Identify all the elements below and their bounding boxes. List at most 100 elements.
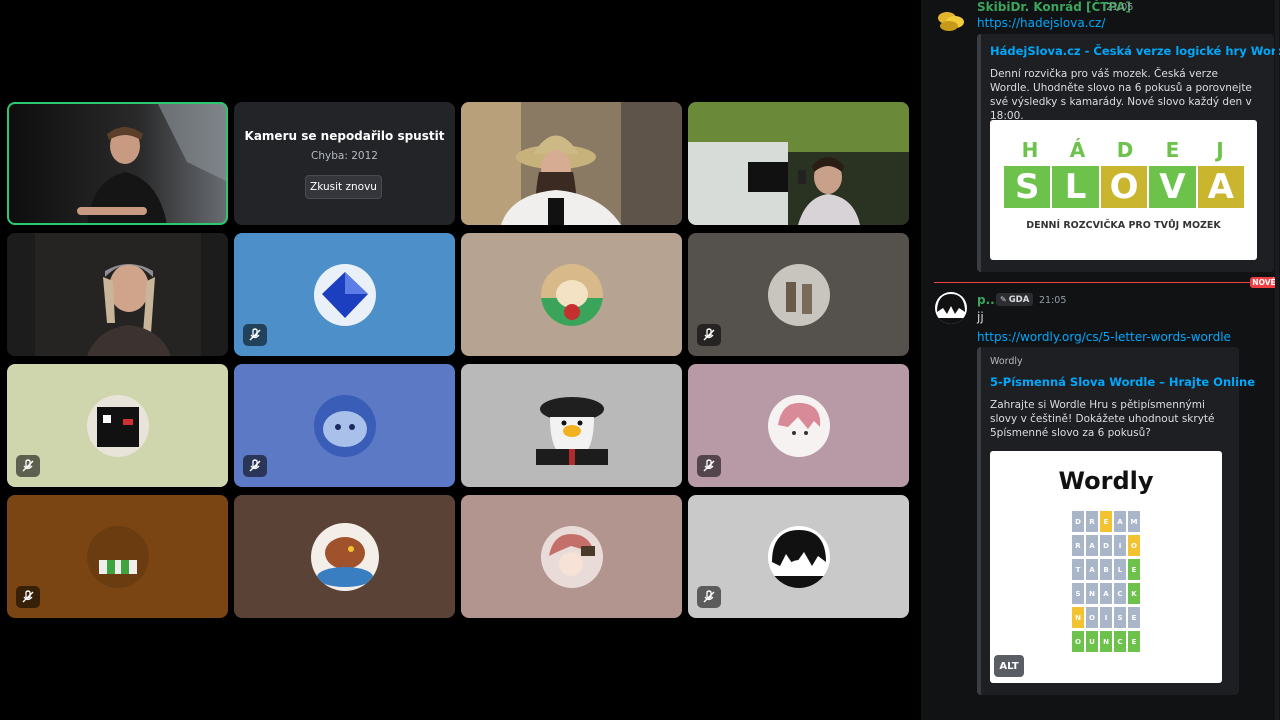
participant-avatar: [540, 263, 603, 326]
participant-tile-video[interactable]: [461, 102, 682, 225]
participant-tile-video[interactable]: [7, 233, 228, 356]
user-avatar[interactable]: [935, 4, 967, 36]
logo-letter: H: [1021, 138, 1039, 162]
tag-icon: ✎: [1000, 295, 1007, 304]
camera-error-code: Chyba: 2012: [311, 150, 378, 162]
guild-tag-label: GDA: [1008, 294, 1030, 305]
wordly-tile: C: [1114, 631, 1126, 652]
participant-tile-avatar[interactable]: [688, 364, 909, 487]
participant-avatar: [310, 522, 379, 591]
message-link[interactable]: https://wordly.org/cs/5-letter-words-wor…: [977, 330, 1231, 344]
muted-mic-icon: [697, 324, 721, 346]
participant-tile-avatar[interactable]: [688, 233, 909, 356]
participant-tile-avatar[interactable]: [688, 495, 909, 618]
muted-mic-icon: [697, 455, 721, 477]
participant-tile-avatar[interactable]: [461, 495, 682, 618]
chat-panel: SkibiDr. Konrád [ČTPA] 21:05 https://had…: [921, 0, 1280, 720]
video-frame: [7, 102, 228, 225]
participant-avatar: [86, 394, 149, 457]
wordly-tile: E: [1128, 559, 1140, 580]
participant-avatar: [313, 263, 376, 326]
wordly-tile: U: [1086, 631, 1098, 652]
wordly-row: SNACK: [1072, 583, 1142, 604]
wordly-tile: B: [1100, 559, 1112, 580]
camera-error-title: Kameru se nepodařilo spustit: [244, 129, 445, 143]
wordly-row: NOISE: [1072, 607, 1142, 628]
wordly-tile: C: [1114, 583, 1126, 604]
wordly-tile: M: [1128, 511, 1140, 532]
message-timestamp: 21:05: [1106, 2, 1134, 13]
wordly-tile: I: [1114, 535, 1126, 556]
embed-title[interactable]: HádejSlova.cz - Česká verze logické hry …: [990, 44, 1280, 58]
wordly-tile: O: [1128, 535, 1140, 556]
participant-tile-avatar[interactable]: [461, 233, 682, 356]
participant-tile-video[interactable]: [7, 102, 228, 225]
wordly-heading: Wordly: [1058, 467, 1154, 495]
participant-avatar: [533, 387, 611, 465]
muted-mic-icon: [243, 455, 267, 477]
guild-tag: ✎ GDA: [996, 293, 1034, 306]
link-embed: HádejSlova.cz - Česká verze logické hry …: [977, 34, 1280, 272]
participant-grid: Kameru se nepodařilo spustit Chyba: 2012…: [7, 102, 909, 618]
participant-avatar: [86, 525, 149, 588]
wordly-tile: D: [1100, 535, 1112, 556]
participant-tile-avatar[interactable]: [7, 364, 228, 487]
participant-tile-avatar[interactable]: [7, 495, 228, 618]
user-avatar[interactable]: [935, 292, 967, 324]
muted-mic-icon: [697, 586, 721, 608]
logo-letter: Á: [1069, 138, 1086, 162]
embed-provider[interactable]: Wordly: [990, 356, 1023, 367]
wordly-tile: D: [1072, 511, 1084, 532]
wordly-tile: S: [1072, 583, 1084, 604]
embed-title[interactable]: 5-Písmenná Slova Wordle – Hrajte Online: [990, 375, 1255, 389]
wordly-tile: T: [1072, 559, 1084, 580]
chat-scrollbar[interactable]: [1275, 0, 1279, 720]
logo-tile: O: [1100, 166, 1148, 208]
participant-avatar: [767, 394, 830, 457]
wordly-tile: R: [1086, 511, 1098, 532]
wordly-tile: N: [1072, 607, 1084, 628]
participant-tile-avatar[interactable]: [461, 364, 682, 487]
participant-tile-video[interactable]: [688, 102, 909, 225]
wordly-tile: A: [1100, 583, 1112, 604]
wordly-tile: N: [1086, 583, 1098, 604]
hadej-top-row: H Á D E J: [1010, 138, 1240, 162]
logo-tile: A: [1197, 166, 1245, 208]
wordly-row: DREAM: [1072, 511, 1142, 532]
message-text: jj: [977, 310, 984, 324]
wordly-tile: A: [1114, 511, 1126, 532]
participant-avatar: [767, 263, 830, 326]
wordly-tile: E: [1128, 607, 1140, 628]
wordly-grid: DREAMRADIOTABLESNACKNOISEOUNCE: [1072, 511, 1142, 655]
embed-description: Denní rozvička pro váš mozek. Česká verz…: [990, 68, 1252, 122]
call-stage: Kameru se nepodařilo spustit Chyba: 2012…: [0, 0, 921, 720]
embed-image[interactable]: Wordly DREAMRADIOTABLESNACKNOISEOUNCE AL…: [990, 451, 1222, 683]
participant-tile-avatar[interactable]: [234, 233, 455, 356]
participant-avatar: [767, 525, 830, 588]
wordly-tile: N: [1100, 631, 1112, 652]
participant-tile-avatar[interactable]: [234, 364, 455, 487]
retry-camera-button[interactable]: Zkusit znovu: [305, 175, 382, 199]
wordly-tile: S: [1114, 607, 1126, 628]
muted-mic-icon: [16, 455, 40, 477]
muted-mic-icon: [243, 324, 267, 346]
embed-image[interactable]: H Á D E J S L O V A DENNÍ ROZCVIČKA PRO …: [990, 120, 1257, 260]
participant-tile-avatar[interactable]: [234, 495, 455, 618]
logo-letter: J: [1216, 138, 1224, 162]
video-frame: [461, 102, 682, 225]
logo-tile: V: [1149, 166, 1196, 208]
alt-button[interactable]: ALT: [994, 655, 1024, 677]
message-link[interactable]: https://hadejslova.cz/: [977, 16, 1105, 30]
participant-avatar: [313, 394, 376, 457]
wordly-tile: O: [1086, 607, 1098, 628]
wordly-tile: E: [1128, 631, 1140, 652]
hadej-bottom-row: S L O V A: [1004, 166, 1245, 208]
message-timestamp: 21:05: [1039, 295, 1067, 306]
logo-tile: L: [1052, 166, 1099, 208]
logo-tile: S: [1004, 166, 1051, 208]
wordly-row: OUNCE: [1072, 631, 1142, 652]
wordly-tile: A: [1086, 535, 1098, 556]
muted-mic-icon: [16, 586, 40, 608]
link-embed: Wordly 5-Písmenná Slova Wordle – Hrajte …: [977, 347, 1255, 695]
wordly-tile: O: [1072, 631, 1084, 652]
